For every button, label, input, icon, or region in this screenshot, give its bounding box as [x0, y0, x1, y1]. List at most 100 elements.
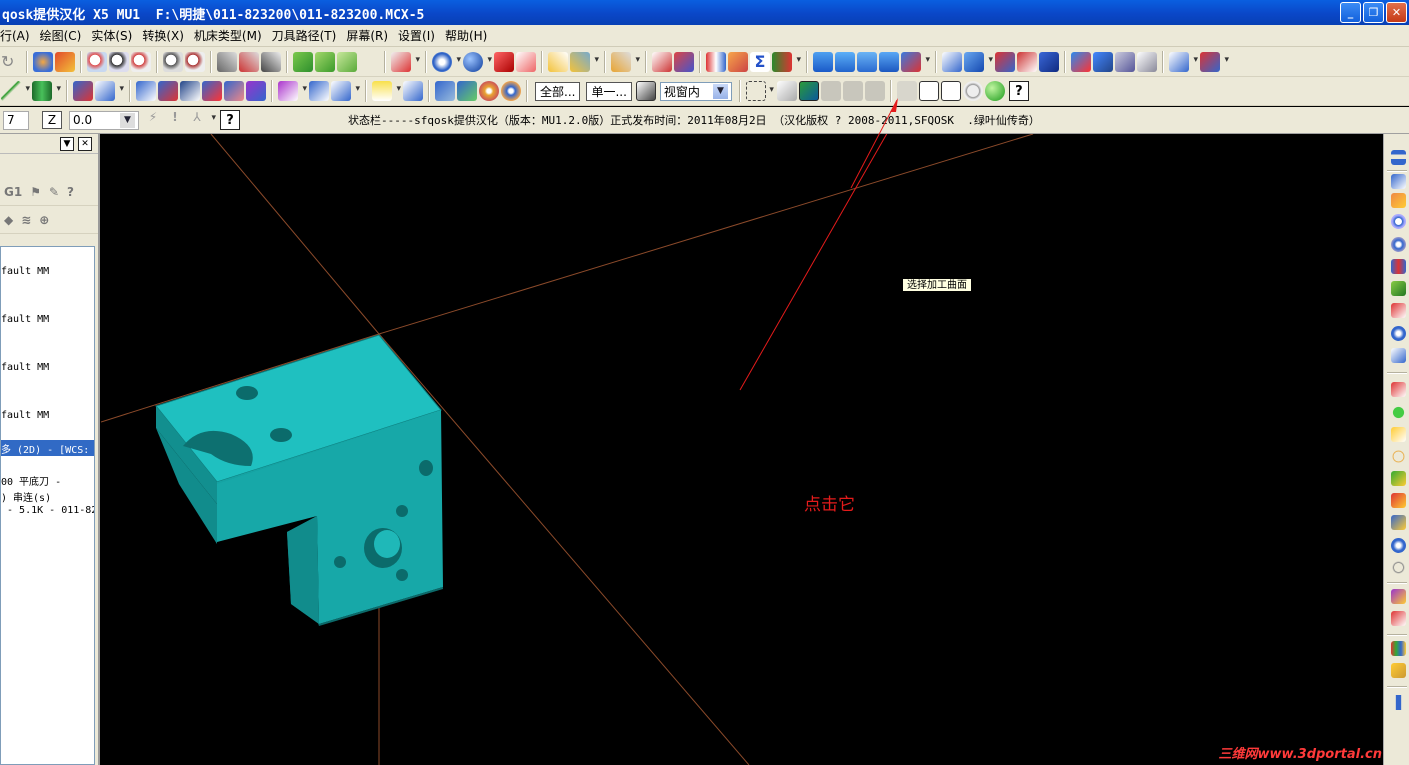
redo-icon[interactable]: ↻: [1, 52, 21, 72]
select-single-button[interactable]: 单一...: [586, 81, 632, 101]
help-icon[interactable]: ?: [1008, 81, 1029, 101]
surface-flag-icon[interactable]: [940, 81, 961, 101]
wire-red-icon[interactable]: [516, 51, 536, 72]
grid-orange-icon[interactable]: [1391, 193, 1406, 208]
ruler-icon[interactable]: [548, 51, 568, 72]
axis-icon[interactable]: ⅄: [187, 110, 216, 130]
grid-cells-icon[interactable]: [1093, 51, 1113, 72]
green-plus-icon[interactable]: [1391, 405, 1406, 420]
plane-cube-icon[interactable]: [391, 51, 420, 72]
operations-tree[interactable]: fault MM fault MM fault MM fault MM 多 (2…: [0, 246, 95, 765]
array-icon[interactable]: [278, 81, 307, 101]
g1-label[interactable]: G1: [4, 185, 22, 199]
zoom-out-icon[interactable]: [131, 51, 151, 72]
analyze-red-icon[interactable]: [652, 51, 672, 72]
target-icon[interactable]: ⊕: [39, 213, 49, 227]
menu-screen[interactable]: 屏幕(R): [346, 27, 394, 44]
tree-item[interactable]: fault MM: [1, 314, 49, 325]
menu-draw[interactable]: 绘图(C): [40, 27, 88, 44]
rectangle-icon[interactable]: [1391, 493, 1406, 508]
select-mode-icon[interactable]: [635, 81, 656, 101]
cursor-icon[interactable]: [776, 81, 797, 101]
z-depth-label[interactable]: Z: [42, 111, 62, 129]
zoom-target-icon[interactable]: [109, 51, 129, 72]
red-check-icon[interactable]: [1391, 303, 1406, 318]
report-icon[interactable]: [1137, 51, 1157, 72]
cube-gray-icon[interactable]: [896, 81, 917, 101]
backplot-icon[interactable]: [479, 81, 499, 101]
green-cube-icon[interactable]: [1391, 281, 1406, 296]
flag-icon[interactable]: [772, 51, 801, 72]
lines-icon[interactable]: [1391, 150, 1406, 165]
z-depth-combo[interactable]: 0.0 ▼: [69, 110, 139, 130]
flag-icon[interactable]: ⚑: [30, 185, 41, 199]
pencil-icon[interactable]: [217, 51, 237, 72]
draw-curve-icon[interactable]: [1391, 382, 1406, 397]
measure-icon[interactable]: [611, 51, 640, 72]
close-button[interactable]: ✕: [1386, 2, 1407, 23]
line-draw-icon[interactable]: [1391, 427, 1406, 442]
xform-offset-icon[interactable]: [224, 81, 244, 101]
stack-icon[interactable]: [1115, 51, 1135, 72]
zoom-previous-icon[interactable]: [163, 51, 183, 72]
blue-solid-icon[interactable]: [964, 51, 993, 72]
menu-help[interactable]: 帮助(H): [445, 27, 493, 44]
tree-item[interactable]: ) 串连(s): [1, 489, 51, 504]
analyze-icon[interactable]: [33, 51, 53, 72]
chevron-down-icon[interactable]: ▼: [60, 136, 74, 151]
layer-attr-icon[interactable]: [1391, 611, 1406, 626]
mirror-icon[interactable]: [706, 51, 726, 72]
view-right-icon[interactable]: [359, 52, 379, 72]
help-icon[interactable]: ?: [67, 185, 74, 199]
zoom-window-icon[interactable]: [87, 51, 107, 72]
folder-icon[interactable]: [1391, 663, 1406, 678]
arc-icon[interactable]: [857, 51, 877, 72]
line-green-icon[interactable]: [1, 81, 30, 101]
red-plane-icon[interactable]: [995, 51, 1015, 72]
xform-rotate-icon[interactable]: [180, 81, 200, 101]
pin-icon[interactable]: [1391, 174, 1406, 189]
curve-arc-icon[interactable]: [918, 81, 939, 101]
frame-icon[interactable]: [942, 51, 962, 72]
window-tile-icon[interactable]: [1169, 51, 1198, 72]
cylinder-green-icon[interactable]: [32, 81, 61, 101]
blue-plane-icon[interactable]: [1017, 51, 1037, 72]
tree-item[interactable]: fault MM: [1, 362, 49, 373]
help-icon[interactable]: ?: [220, 110, 240, 130]
break-icon[interactable]: [95, 81, 124, 101]
menu-xform[interactable]: 转换(X): [142, 27, 190, 44]
no-entry-icon[interactable]: [962, 81, 983, 101]
pencil-check-icon[interactable]: [261, 51, 281, 72]
view-front-icon[interactable]: [337, 51, 357, 72]
cube-red-icon[interactable]: [901, 51, 930, 72]
tree-item-selected[interactable]: 多 (2D) - [WCS:: [1, 440, 94, 456]
move-up-icon[interactable]: [813, 51, 833, 72]
grid-blue-icon[interactable]: [674, 51, 694, 72]
extend-icon[interactable]: [403, 81, 423, 101]
maximize-button[interactable]: ❐: [1363, 2, 1384, 23]
surface-icon[interactable]: [1391, 515, 1406, 530]
menu-solids[interactable]: 实体(S): [91, 27, 138, 44]
layers-icon[interactable]: [1071, 51, 1091, 72]
box-select-icon[interactable]: [745, 81, 774, 101]
simulate-icon[interactable]: [501, 81, 521, 101]
dimension-icon[interactable]: [1391, 695, 1406, 710]
chevron-down-icon[interactable]: ▼: [712, 83, 728, 99]
menu-settings[interactable]: 设置(I): [398, 27, 441, 44]
menu-file[interactable]: 行(A): [0, 27, 36, 44]
view-select-combo[interactable]: 视窗内 ▼: [659, 81, 732, 101]
ruler-edit-icon[interactable]: [570, 51, 599, 72]
coin-icon[interactable]: [1391, 237, 1406, 252]
gauge-icon[interactable]: [1391, 348, 1406, 363]
rotate-icon[interactable]: [835, 51, 855, 72]
lightning-icon[interactable]: ⚡: [143, 110, 163, 130]
shaded-red-icon[interactable]: [494, 51, 514, 72]
diamond-icon[interactable]: ◆: [4, 213, 13, 227]
magnify-icon[interactable]: [1391, 214, 1406, 229]
globe-wire-icon[interactable]: [432, 51, 461, 72]
xform-translate-icon[interactable]: [136, 81, 156, 101]
trim-icon[interactable]: [73, 81, 93, 101]
toolpath-verify-icon[interactable]: [457, 81, 477, 101]
hex-disabled-icon[interactable]: [864, 81, 885, 101]
tree-item[interactable]: fault MM: [1, 410, 49, 421]
